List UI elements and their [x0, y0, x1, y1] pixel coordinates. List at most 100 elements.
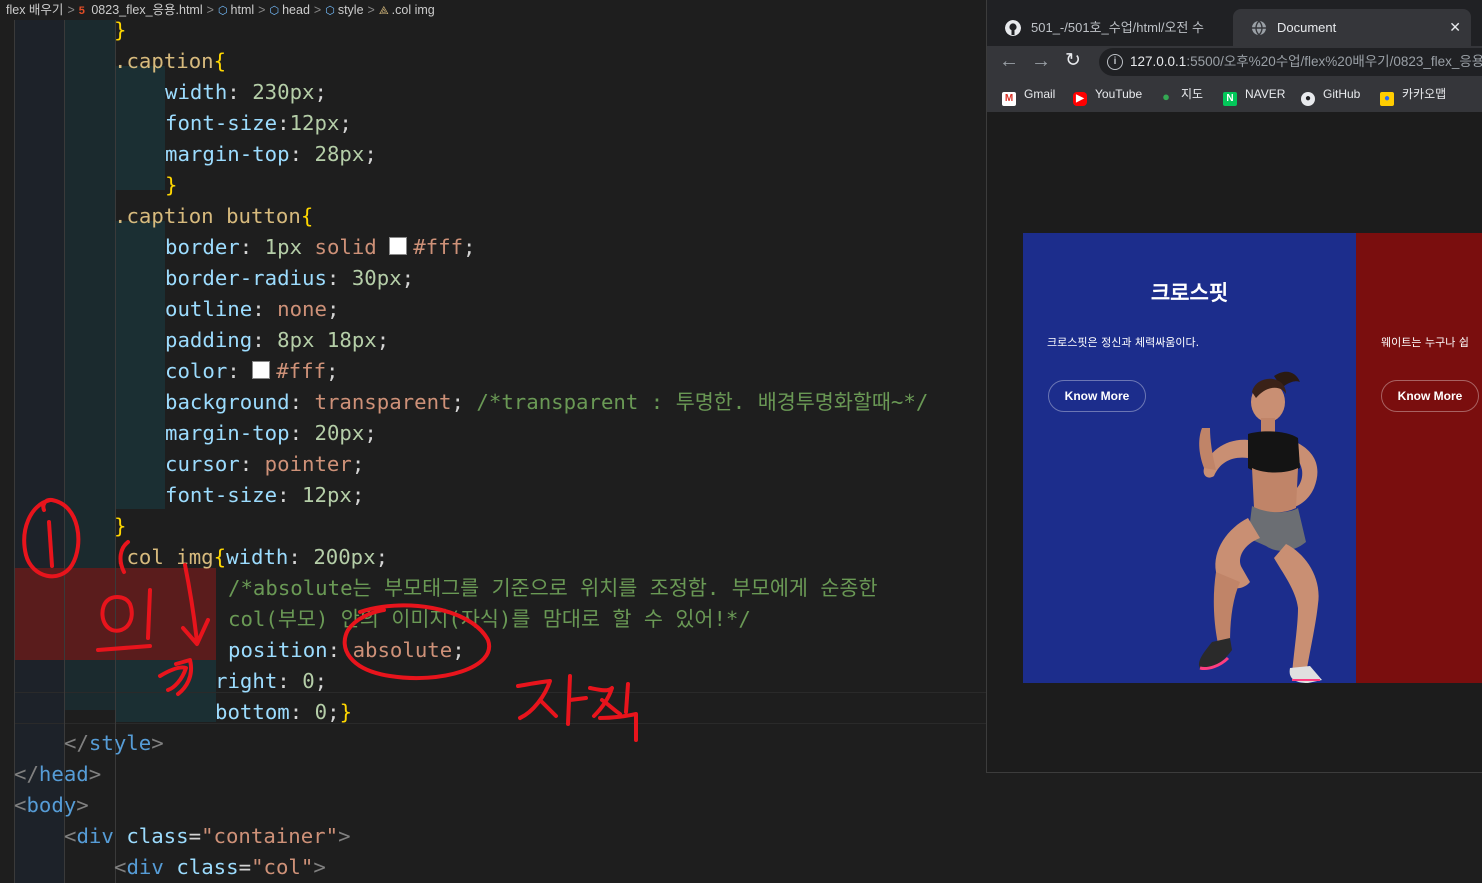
- code-line[interactable]: border: 1px solid #fff;: [165, 232, 476, 263]
- code-line[interactable]: border-radius: 30px;: [165, 263, 414, 294]
- code-line[interactable]: right: 0;: [215, 666, 327, 697]
- bookmark-label: Gmail: [1024, 87, 1056, 101]
- breadcrumb-head[interactable]: ⬡ head: [269, 3, 309, 17]
- forward-arrow-icon[interactable]: →: [1029, 50, 1053, 74]
- card-title: 크로스핏: [1150, 281, 1229, 305]
- gmail-icon: M: [1002, 92, 1016, 106]
- breadcrumb-selector[interactable]: ⟁ .col img: [379, 3, 435, 17]
- code-token: div: [126, 855, 164, 879]
- breadcrumb-html[interactable]: ⬡ html: [218, 3, 254, 17]
- code-line[interactable]: </head>: [14, 759, 101, 790]
- code-token: none: [277, 297, 327, 321]
- card-crossfit: 크로스핏 크로스핏은 정신과 체력싸움이다. Know More: [1023, 233, 1356, 683]
- code-line[interactable]: width: 230px;: [165, 77, 327, 108]
- bookmark-youtube[interactable]: ▶ YouTube: [1073, 78, 1142, 110]
- code-token: >: [76, 793, 89, 817]
- code-token: =: [188, 824, 202, 848]
- breadcrumb-selector-label: .col img: [391, 3, 435, 17]
- code-line[interactable]: .caption button{: [114, 201, 313, 232]
- code-line[interactable]: font-size: 12px;: [165, 480, 364, 511]
- code-line[interactable]: position: absolute;: [228, 635, 465, 666]
- code-line[interactable]: <body>: [14, 790, 89, 821]
- code-line[interactable]: font-size:12px;: [165, 108, 352, 139]
- tab-github[interactable]: 501_-/501호_수업/html/오전 수: [987, 9, 1235, 46]
- code-token: #fff: [413, 235, 464, 259]
- code-token: style: [88, 731, 152, 755]
- code-token: <: [114, 855, 127, 879]
- bookmark-label: YouTube: [1095, 87, 1143, 101]
- chevron-right-icon: >: [367, 3, 375, 17]
- code-token: cursor: [165, 452, 240, 476]
- breadcrumb-file-label: 0823_flex_응용.html: [91, 3, 203, 17]
- breadcrumb-style[interactable]: ⬡ style: [325, 3, 363, 17]
- tab-document[interactable]: Document ✕: [1233, 9, 1471, 46]
- athlete-image: [1198, 371, 1322, 683]
- code-line[interactable]: bottom: 0;}: [215, 697, 352, 728]
- code-line[interactable]: col(부모) 안의 이미지(자식)를 맘대로 할 수 있어!*/: [228, 604, 751, 635]
- color-swatch[interactable]: [389, 237, 408, 255]
- breadcrumb-folder[interactable]: flex 배우기: [6, 3, 63, 17]
- code-token: class: [176, 855, 239, 879]
- code-token: 1px: [264, 235, 303, 259]
- youtube-icon: ▶: [1073, 92, 1087, 106]
- code-token: :: [289, 142, 315, 166]
- indent-highlight: [115, 221, 165, 509]
- reload-icon[interactable]: ↻: [1061, 50, 1085, 74]
- color-swatch[interactable]: [252, 361, 271, 379]
- code-line[interactable]: color: #fff;: [165, 356, 339, 387]
- code-line[interactable]: }: [114, 511, 126, 542]
- back-arrow-icon[interactable]: ←: [997, 50, 1021, 74]
- code-line[interactable]: padding: 8px 18px;: [165, 325, 389, 356]
- code-line[interactable]: }: [114, 20, 126, 46]
- code-line[interactable]: outline: none;: [165, 294, 339, 325]
- code-line[interactable]: margin-top: 20px;: [165, 418, 377, 449]
- code-editor[interactable]: } .caption{width: 230px; font-size:12px; ma…: [0, 20, 990, 883]
- code-token: margin-top: [165, 142, 290, 166]
- code-token: 230px: [252, 80, 315, 104]
- code-line[interactable]: cursor: pointer;: [165, 449, 364, 480]
- close-tab-icon[interactable]: ✕: [1449, 9, 1461, 46]
- tab-title: 501_-/501호_수업/html/오전 수: [1031, 20, 1204, 35]
- code-token: :: [289, 700, 315, 724]
- bookmark-naver[interactable]: N NAVER: [1223, 78, 1285, 110]
- code-token: </: [14, 762, 39, 786]
- know-more-button[interactable]: Know More: [1381, 380, 1479, 412]
- browser-window: 501_-/501호_수업/html/오전 수 Document ✕ ← → ↻…: [986, 0, 1482, 773]
- code-token: :: [326, 266, 352, 290]
- bookmark-maps[interactable]: ● 지도: [1159, 78, 1203, 110]
- code-line[interactable]: <div class="container">: [64, 821, 351, 852]
- bookmark-gmail[interactable]: M Gmail: [1002, 78, 1055, 110]
- bookmark-label: 카카오맵: [1402, 87, 1447, 101]
- bookmark-kakaomap[interactable]: ● 카카오맵: [1380, 78, 1446, 110]
- current-line-highlight: [14, 692, 990, 724]
- code-line[interactable]: .caption{: [114, 46, 226, 77]
- github-icon: ●: [1301, 92, 1315, 106]
- address-bar[interactable]: i 127.0.0.1:5500/오후%20수업/flex%20배우기/0823…: [1099, 48, 1482, 76]
- breadcrumb-head-label: head: [282, 3, 310, 17]
- bookmark-github[interactable]: ● GitHub: [1301, 78, 1360, 110]
- code-line[interactable]: <div class="col">: [114, 852, 326, 883]
- code-token: :: [252, 297, 278, 321]
- bookmark-label: 지도: [1181, 87, 1204, 101]
- code-token: margin-top: [165, 421, 290, 445]
- code-line[interactable]: margin-top: 28px;: [165, 139, 377, 170]
- page-viewport: 크로스핏 크로스핏은 정신과 체력싸움이다. Know More 웨이트는 누구…: [987, 112, 1482, 772]
- code-token: :: [227, 80, 253, 104]
- code-token: =: [238, 855, 252, 879]
- know-more-button[interactable]: Know More: [1048, 380, 1146, 412]
- breadcrumb-folder-label: flex 배우기: [6, 3, 64, 17]
- info-icon[interactable]: i: [1107, 54, 1123, 70]
- code-line[interactable]: }: [165, 170, 177, 201]
- code-token: :: [289, 421, 315, 445]
- code-token: >: [88, 762, 102, 786]
- breadcrumb-file[interactable]: 5 0823_flex_응용.html: [79, 3, 203, 17]
- code-token: padding: [165, 328, 253, 352]
- cube-icon: ⬡: [269, 5, 280, 17]
- code-line[interactable]: .col img{width: 200px;: [114, 542, 388, 573]
- code-line[interactable]: </style>: [64, 728, 164, 759]
- code-token: head: [38, 762, 89, 786]
- code-line[interactable]: /*absolute는 부모태그를 기준으로 위치를 조정함. 부모에게 순종한: [228, 573, 877, 604]
- code-line[interactable]: background: transparent; /*transparent :…: [165, 387, 928, 418]
- code-token: }: [114, 20, 127, 42]
